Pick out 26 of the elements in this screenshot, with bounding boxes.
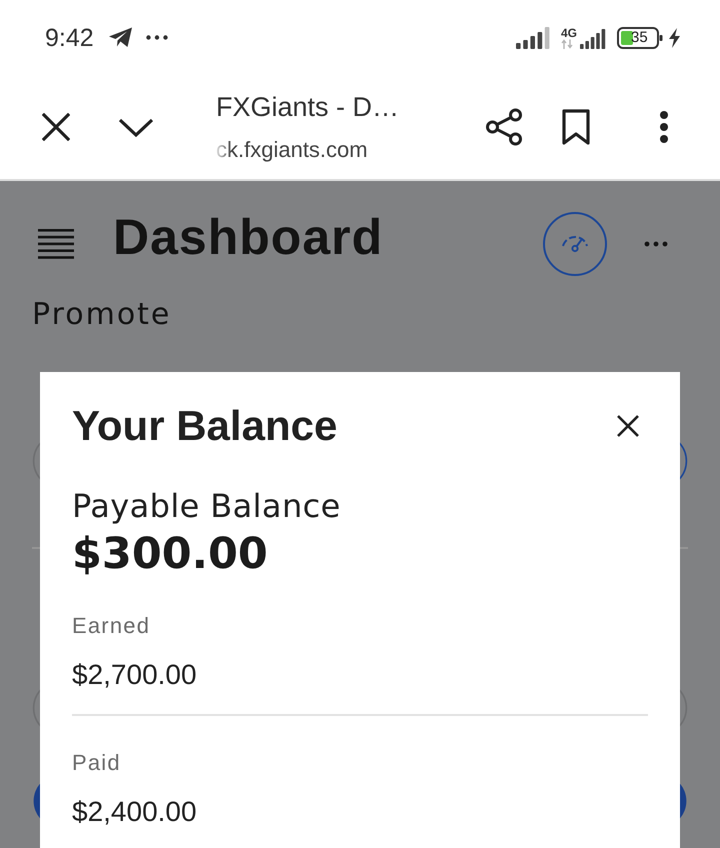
share-icon[interactable]	[485, 108, 523, 146]
close-icon[interactable]	[616, 414, 640, 438]
status-time: 9:42	[45, 22, 94, 52]
dots-icon	[146, 35, 168, 40]
close-icon[interactable]	[42, 113, 70, 141]
balance-label: Payable Balance	[72, 487, 342, 525]
menu-icon[interactable]	[38, 229, 74, 259]
data-arrows-icon	[560, 38, 573, 48]
chevron-down-icon[interactable]	[118, 117, 154, 137]
amount-value: $2,700.00	[72, 658, 198, 692]
amount-label: Earned	[72, 612, 152, 640]
bookmark-icon[interactable]	[562, 109, 590, 145]
page-url: ck.fxgiants.com	[216, 136, 369, 164]
amount-label: Paid	[72, 749, 122, 777]
page-heading: Dashboard	[113, 208, 384, 266]
paper-plane-icon	[108, 27, 133, 48]
dialog-title: Your Balance	[72, 401, 338, 451]
signal-icon	[580, 28, 606, 48]
page-title: FXGiants - D…	[216, 90, 400, 122]
amount-value: $2,400.00	[72, 795, 198, 829]
network-type: 4G	[560, 26, 577, 38]
balance-amount: $300.00	[72, 529, 269, 579]
charging-icon	[668, 28, 681, 48]
section-label: Promote	[32, 297, 172, 333]
more-icon[interactable]	[659, 110, 669, 144]
signal-icon	[516, 26, 550, 48]
